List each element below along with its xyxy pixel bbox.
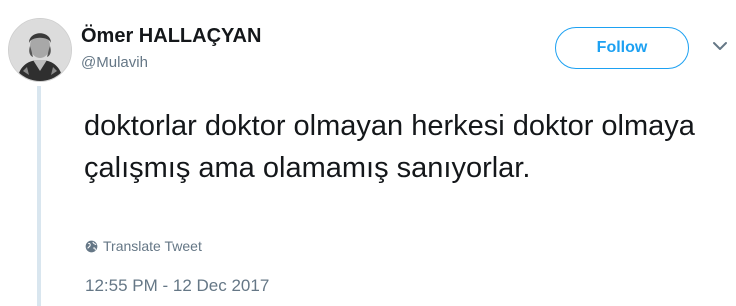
portrait-avatar-icon [9, 19, 71, 81]
follow-button[interactable]: Follow [555, 27, 689, 69]
tweet-text: doktorlar doktor olmayan herkesi doktor … [84, 110, 695, 184]
globe-icon [85, 240, 98, 252]
author-handle[interactable]: @Mulavih [81, 54, 148, 71]
translate-tweet-label: Translate Tweet [103, 238, 202, 254]
tweet-timestamp[interactable]: 12:55 PM - 12 Dec 2017 [85, 276, 269, 296]
thread-connector-line [37, 86, 41, 306]
author-display-name[interactable]: Ömer HALLAÇYAN [81, 25, 261, 48]
avatar[interactable] [8, 18, 72, 82]
translate-tweet-link[interactable]: Translate Tweet [85, 238, 202, 254]
chevron-down-icon[interactable] [712, 40, 728, 52]
